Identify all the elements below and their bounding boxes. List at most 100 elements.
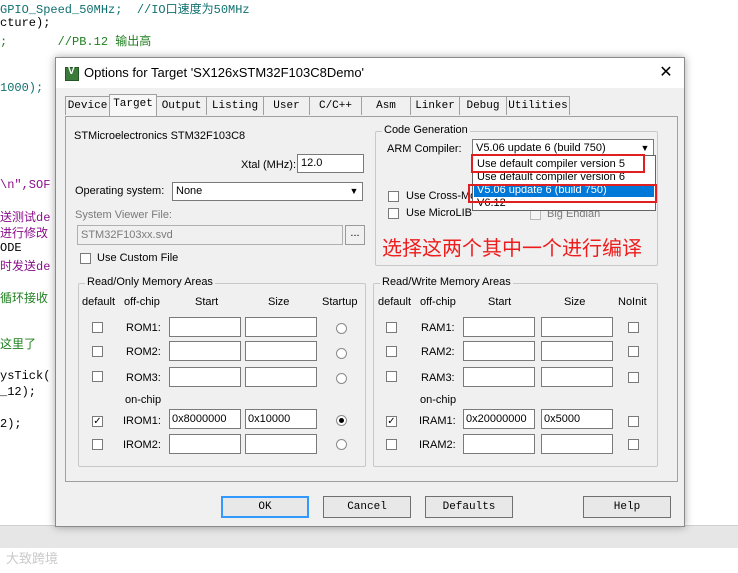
irom2-label: IROM2: bbox=[123, 439, 161, 451]
cancel-button[interactable]: Cancel bbox=[323, 496, 411, 518]
rom1-start-input[interactable] bbox=[169, 317, 241, 337]
ram2-size-input[interactable] bbox=[541, 341, 613, 361]
xtal-input[interactable]: 12.0 bbox=[297, 154, 364, 173]
irom1-start-input[interactable]: 0x8000000 bbox=[169, 409, 241, 429]
editor-horizontal-scrollbar[interactable] bbox=[0, 525, 738, 548]
use-custom-file-checkbox[interactable] bbox=[80, 253, 91, 264]
tab-device[interactable]: Device bbox=[65, 96, 110, 115]
svf-input[interactable]: STM32F103xx.svd bbox=[77, 225, 343, 245]
tab-debug[interactable]: Debug bbox=[459, 96, 507, 115]
ram2-noinit-checkbox[interactable] bbox=[628, 346, 639, 357]
iram1-noinit-checkbox[interactable] bbox=[628, 416, 639, 427]
tab-listing[interactable]: Listing bbox=[206, 96, 264, 115]
ro-header-offchip: off-chip bbox=[124, 296, 160, 308]
readwrite-memory-title: Read/Write Memory Areas bbox=[380, 276, 513, 288]
rom1-size-input[interactable] bbox=[245, 317, 317, 337]
tab-utilities[interactable]: Utilities bbox=[506, 96, 570, 115]
microlib-label: Use MicroLIB bbox=[406, 207, 473, 219]
irom1-default-checkbox[interactable]: ✓ bbox=[92, 416, 103, 427]
code-line: GPIO_Speed_50MHz; //IO口速度为50MHz bbox=[0, 3, 250, 17]
svf-browse-button[interactable]: ... bbox=[345, 225, 365, 245]
code-line: _12); bbox=[0, 385, 37, 399]
ok-button[interactable]: OK bbox=[221, 496, 309, 518]
tab-cc[interactable]: C/C++ bbox=[309, 96, 362, 115]
code-line: 循环接收 bbox=[0, 292, 49, 306]
irom2-start-input[interactable] bbox=[169, 434, 241, 454]
rom1-label: ROM1: bbox=[126, 322, 161, 334]
rom3-default-checkbox[interactable] bbox=[92, 371, 103, 382]
ram3-start-input[interactable] bbox=[463, 367, 535, 387]
rw-header-default: default bbox=[378, 296, 412, 308]
code-line: \n",SOF bbox=[0, 178, 51, 192]
dialog-titlebar: Options for Target 'SX126xSTM32F103C8Dem… bbox=[56, 58, 684, 88]
os-select[interactable]: None ▼ bbox=[172, 182, 363, 201]
ram1-noinit-checkbox[interactable] bbox=[628, 322, 639, 333]
use-custom-file-label: Use Custom File bbox=[97, 252, 179, 264]
iram1-size-input[interactable]: 0x5000 bbox=[541, 409, 613, 429]
ram3-size-input[interactable] bbox=[541, 367, 613, 387]
irom2-default-checkbox[interactable] bbox=[92, 439, 103, 450]
keil-app-icon bbox=[65, 66, 79, 81]
rom2-default-checkbox[interactable] bbox=[92, 346, 103, 357]
iram1-start-input[interactable]: 0x20000000 bbox=[463, 409, 535, 429]
tab-target[interactable]: Target bbox=[109, 94, 157, 116]
tab-asm[interactable]: Asm bbox=[361, 96, 411, 115]
code-line: 时发送de bbox=[0, 260, 51, 274]
iram2-default-checkbox[interactable] bbox=[386, 439, 397, 450]
ram2-default-checkbox[interactable] bbox=[386, 346, 397, 357]
ram1-size-input[interactable] bbox=[541, 317, 613, 337]
rom3-startup-radio[interactable] bbox=[336, 373, 347, 384]
rom2-start-input[interactable] bbox=[169, 341, 241, 361]
rw-onchip-label: on-chip bbox=[420, 394, 457, 406]
dialog-title: Options for Target 'SX126xSTM32F103C8Dem… bbox=[84, 65, 365, 80]
close-icon[interactable]: ✕ bbox=[656, 63, 676, 83]
xtal-label: Xtal (MHz): bbox=[241, 159, 296, 171]
ro-header-startup: Startup bbox=[322, 296, 358, 308]
rom2-startup-radio[interactable] bbox=[336, 348, 347, 359]
irom1-startup-radio[interactable] bbox=[336, 415, 347, 426]
arm-compiler-value: V5.06 update 6 (build 750) bbox=[476, 142, 606, 154]
help-button[interactable]: Help bbox=[583, 496, 671, 518]
ro-header-size: Size bbox=[268, 296, 290, 308]
ram3-default-checkbox[interactable] bbox=[386, 371, 397, 382]
rom2-label: ROM2: bbox=[126, 346, 161, 358]
rom1-startup-radio[interactable] bbox=[336, 323, 347, 334]
code-line: 1000); bbox=[0, 81, 44, 95]
cross-module-checkbox[interactable] bbox=[388, 191, 399, 202]
ram1-default-checkbox[interactable] bbox=[386, 322, 397, 333]
irom1-size-input[interactable]: 0x10000 bbox=[245, 409, 317, 429]
cross-module-label: Use Cross-Mo bbox=[406, 190, 477, 202]
microlib-checkbox[interactable] bbox=[388, 208, 399, 219]
ro-header-default: default bbox=[82, 296, 116, 308]
code-generation-title: Code Generation bbox=[382, 124, 470, 136]
rom1-default-checkbox[interactable] bbox=[92, 322, 103, 333]
rom3-size-input[interactable] bbox=[245, 367, 317, 387]
defaults-button[interactable]: Defaults bbox=[425, 496, 513, 518]
device-name: STMicroelectronics STM32F103C8 bbox=[74, 130, 246, 142]
tab-user[interactable]: User bbox=[263, 96, 310, 115]
iram1-default-checkbox[interactable]: ✓ bbox=[386, 416, 397, 427]
irom2-startup-radio[interactable] bbox=[336, 439, 347, 450]
os-label: Operating system: bbox=[75, 185, 165, 197]
iram2-size-input[interactable] bbox=[541, 434, 613, 454]
iram2-start-input[interactable] bbox=[463, 434, 535, 454]
ram1-start-input[interactable] bbox=[463, 317, 535, 337]
rom2-size-input[interactable] bbox=[245, 341, 317, 361]
irom2-size-input[interactable] bbox=[245, 434, 317, 454]
rom3-start-input[interactable] bbox=[169, 367, 241, 387]
tab-linker[interactable]: Linker bbox=[410, 96, 460, 115]
ram1-label: RAM1: bbox=[421, 322, 455, 334]
code-line: ; //PB.12 输出高 bbox=[0, 35, 152, 49]
ro-onchip-label: on-chip bbox=[125, 394, 162, 406]
iram2-label: IRAM2: bbox=[419, 439, 456, 451]
tab-output[interactable]: Output bbox=[156, 96, 207, 115]
code-line: ysTick( bbox=[0, 369, 51, 383]
code-line: 这里了 bbox=[0, 338, 37, 352]
iram2-noinit-checkbox[interactable] bbox=[628, 439, 639, 450]
ram2-start-input[interactable] bbox=[463, 341, 535, 361]
ram3-noinit-checkbox[interactable] bbox=[628, 372, 639, 383]
rw-header-offchip: off-chip bbox=[420, 296, 456, 308]
code-line: 进行修改 bbox=[0, 227, 49, 241]
ram2-label: RAM2: bbox=[421, 346, 455, 358]
code-line: cture); bbox=[0, 16, 51, 30]
